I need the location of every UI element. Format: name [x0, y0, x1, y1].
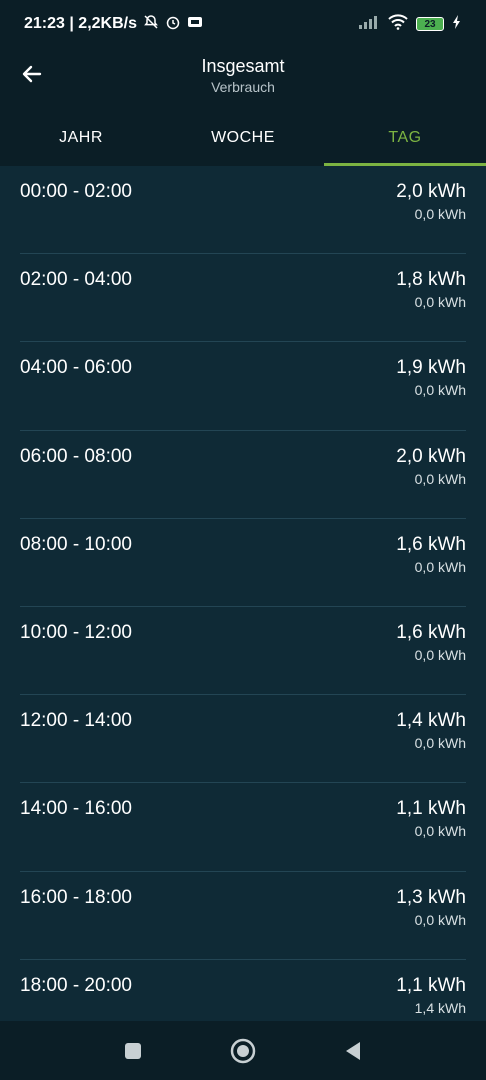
secondary-value: 0,0 kWh [414, 470, 466, 487]
battery-icon: 23 [416, 17, 444, 31]
notification-badge-icon [187, 15, 203, 33]
secondary-value: 0,0 kWh [414, 558, 466, 575]
secondary-value: 0,0 kWh [414, 911, 466, 928]
time-range: 16:00 - 18:00 [20, 886, 132, 908]
list-item[interactable]: 12:00 - 14:00 1,4 kWh 0,0 kWh [20, 695, 466, 784]
secondary-value: 0,0 kWh [414, 294, 466, 311]
time-range: 14:00 - 16:00 [20, 798, 132, 820]
secondary-value: 0,0 kWh [414, 823, 466, 840]
wifi-icon [388, 13, 408, 35]
consumption-value: 1,1 kWh [396, 974, 466, 996]
consumption-value: 1,1 kWh [396, 798, 466, 820]
back-triangle-icon[interactable] [339, 1037, 367, 1065]
secondary-value: 0,0 kWh [414, 206, 466, 222]
time-range: 02:00 - 04:00 [20, 269, 132, 291]
system-nav-bar [0, 1021, 486, 1080]
consumption-value: 2,0 kWh [396, 445, 466, 467]
secondary-value: 0,0 kWh [414, 735, 466, 752]
status-bar: 21:23 | 2,2KB/s 23 [0, 0, 486, 48]
status-left: 21:23 | 2,2KB/s [24, 14, 203, 35]
alarm-icon [165, 14, 181, 35]
tab-jahr[interactable]: JAHR [0, 110, 162, 166]
list-item[interactable]: 16:00 - 18:00 1,3 kWh 0,0 kWh [20, 872, 466, 960]
secondary-value: 0,0 kWh [414, 382, 466, 399]
consumption-value: 1,3 kWh [396, 886, 466, 908]
status-right: 23 [358, 13, 462, 35]
consumption-value: 1,9 kWh [396, 357, 466, 379]
page-subtitle: Verbrauch [211, 79, 275, 95]
secondary-value: 1,4 kWh [414, 999, 466, 1016]
secondary-value: 0,0 kWh [414, 646, 466, 663]
time-range: 04:00 - 06:00 [20, 357, 132, 379]
consumption-list[interactable]: 00:00 - 02:00 2,0 kWh 0,0 kWh 02:00 - 04… [0, 166, 486, 1021]
home-circle-icon[interactable] [229, 1037, 257, 1065]
bell-muted-icon [143, 14, 159, 35]
list-item[interactable]: 04:00 - 06:00 1,9 kWh 0,0 kWh [20, 342, 466, 431]
list-item[interactable]: 08:00 - 10:00 1,6 kWh 0,0 kWh [20, 519, 466, 607]
list-item[interactable]: 02:00 - 04:00 1,8 kWh 0,0 kWh [20, 254, 466, 343]
signal-icon [358, 15, 380, 34]
time-range: 00:00 - 02:00 [20, 181, 132, 202]
charging-icon [452, 14, 462, 35]
consumption-value: 1,4 kWh [396, 710, 466, 732]
tab-tag[interactable]: TAG [324, 110, 486, 166]
recents-square-icon[interactable] [119, 1037, 147, 1065]
consumption-value: 2,0 kWh [396, 181, 466, 202]
time-range: 06:00 - 08:00 [20, 445, 132, 467]
list-item[interactable]: 18:00 - 20:00 1,1 kWh 1,4 kWh [20, 960, 466, 1021]
app-header: Insgesamt Verbrauch [0, 48, 486, 110]
status-time-speed: 21:23 | 2,2KB/s [24, 15, 137, 32]
time-range: 08:00 - 10:00 [20, 533, 132, 555]
list-item[interactable]: 06:00 - 08:00 2,0 kWh 0,0 kWh [20, 431, 466, 519]
tab-bar: JAHR WOCHE TAG [0, 110, 486, 166]
list-item[interactable]: 14:00 - 16:00 1,1 kWh 0,0 kWh [20, 783, 466, 872]
time-range: 12:00 - 14:00 [20, 710, 132, 732]
tab-woche[interactable]: WOCHE [162, 110, 324, 166]
consumption-value: 1,8 kWh [396, 269, 466, 291]
consumption-value: 1,6 kWh [396, 533, 466, 555]
list-item[interactable]: 10:00 - 12:00 1,6 kWh 0,0 kWh [20, 607, 466, 696]
page-title: Insgesamt [201, 56, 285, 76]
time-range: 10:00 - 12:00 [20, 621, 132, 643]
list-item[interactable]: 00:00 - 02:00 2,0 kWh 0,0 kWh [20, 166, 466, 255]
time-range: 18:00 - 20:00 [20, 974, 132, 996]
consumption-value: 1,6 kWh [396, 621, 466, 643]
